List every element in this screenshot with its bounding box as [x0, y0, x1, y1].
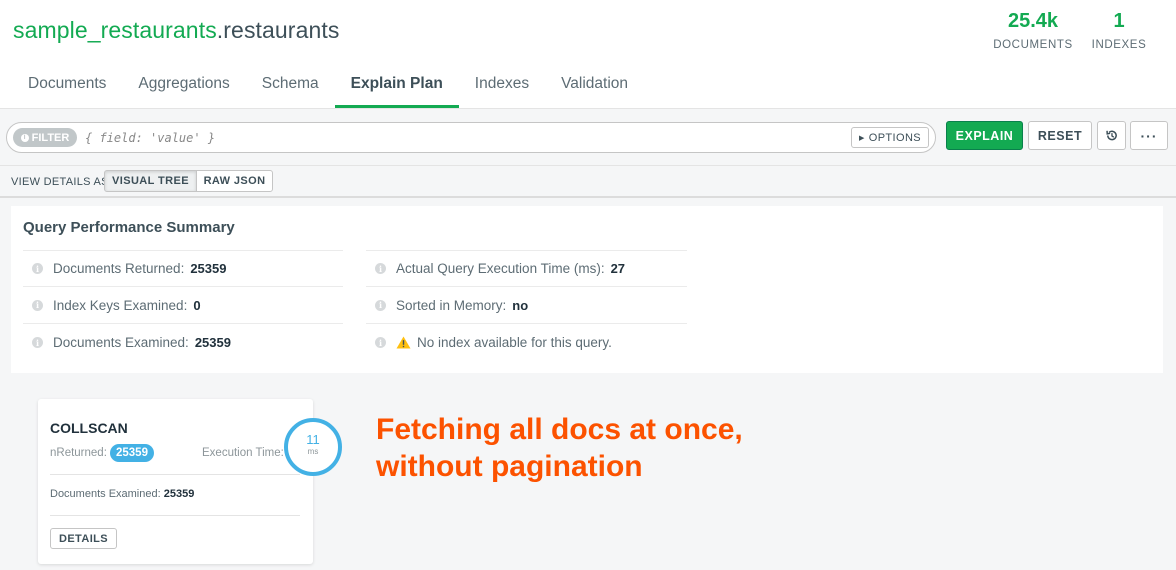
documents-examined: Documents Examined: 25359	[50, 488, 194, 500]
view-details-row: VIEW DETAILS AS VISUAL TREE RAW JSON	[0, 166, 1176, 198]
info-icon[interactable]: i	[32, 299, 43, 311]
view-details-label: VIEW DETAILS AS	[11, 176, 109, 188]
info-icon[interactable]: i	[375, 299, 386, 311]
execution-time-clock: 11 ms	[284, 418, 342, 476]
info-icon: i	[20, 133, 29, 142]
documents-count: 25.4k	[1007, 10, 1059, 32]
summary-row-documents-examined: i Documents Examined: 25359	[23, 324, 343, 361]
summary-row-index-keys-examined: i Index Keys Examined: 0	[23, 287, 343, 324]
indexes-stat: 1 INDEXES	[1090, 9, 1148, 51]
more-options-button[interactable]: ···	[1130, 121, 1168, 150]
history-button[interactable]	[1097, 121, 1126, 150]
tab-explain-plan[interactable]: Explain Plan	[334, 62, 459, 108]
divider	[50, 515, 300, 516]
summary-label: Documents Examined:	[53, 335, 189, 350]
info-icon[interactable]: i	[375, 337, 386, 348]
tab-schema[interactable]: Schema	[246, 62, 335, 108]
warning-text: No index available for this query.	[417, 335, 612, 350]
caret-right-icon: ▶	[858, 134, 865, 142]
options-label: OPTIONS	[868, 131, 922, 144]
summary-value: 25359	[194, 335, 231, 350]
summary-label: Index Keys Examined:	[53, 297, 188, 313]
database-name[interactable]: sample_restaurants	[13, 17, 217, 43]
summary-value: 25359	[190, 261, 227, 276]
warning-icon	[396, 336, 411, 349]
collscan-stage-card: COLLSCAN nReturned: 25359 Execution Time…	[38, 399, 342, 564]
visual-tree-button[interactable]: VISUAL TREE	[104, 170, 197, 192]
summary-label: Actual Query Execution Time (ms):	[396, 261, 605, 276]
documents-stat: 25.4k DOCUMENTS	[990, 9, 1076, 51]
indexes-count: 1	[1113, 10, 1125, 32]
options-button[interactable]: ▶ OPTIONS	[851, 127, 929, 148]
nreturned-badge: 25359	[110, 444, 154, 462]
collection-title: sample_restaurants.restaurants	[13, 17, 339, 44]
reset-button[interactable]: RESET	[1028, 121, 1092, 150]
query-performance-summary: Query Performance Summary i Documents Re…	[11, 206, 1163, 373]
collection-tabs: Documents Aggregations Schema Explain Pl…	[12, 62, 644, 108]
tab-validation[interactable]: Validation	[545, 62, 644, 108]
raw-json-button[interactable]: RAW JSON	[196, 170, 273, 192]
divider	[50, 474, 300, 475]
execution-time-label: Execution Time:	[202, 447, 284, 459]
details-button[interactable]: DETAILS	[50, 528, 117, 549]
summary-value: 27	[610, 261, 626, 276]
indexes-label: INDEXES	[1091, 39, 1147, 51]
execution-time-value: 11	[306, 432, 320, 447]
summary-value: no	[512, 297, 529, 313]
tab-indexes[interactable]: Indexes	[459, 62, 545, 108]
tab-documents[interactable]: Documents	[12, 62, 122, 108]
summary-label: Sorted in Memory:	[396, 297, 507, 313]
info-icon[interactable]: i	[375, 263, 386, 274]
history-icon	[1106, 130, 1117, 141]
nreturned-label: nReturned:	[50, 447, 107, 459]
stage-name: COLLSCAN	[50, 420, 128, 436]
annotation-text: Fetching all docs at once, without pagin…	[376, 413, 743, 483]
tab-aggregations[interactable]: Aggregations	[122, 62, 245, 108]
summary-row-no-index-warning: i No index available for this query.	[366, 324, 687, 361]
summary-row-execution-time: i Actual Query Execution Time (ms): 27	[366, 250, 687, 287]
summary-value: 0	[193, 297, 201, 313]
documents-examined-value: 25359	[163, 488, 195, 500]
info-icon[interactable]: i	[32, 337, 43, 348]
filter-label: FILTER	[31, 131, 70, 144]
summary-title: Query Performance Summary	[23, 219, 235, 236]
execution-time-unit: ms	[307, 447, 319, 456]
filter-pill: i FILTER	[13, 128, 77, 147]
summary-row-documents-returned: i Documents Returned: 25359	[23, 250, 343, 287]
query-toolbar: i FILTER ▶ OPTIONS EXPLAIN RESET ···	[0, 108, 1176, 166]
collection-header: sample_restaurants.restaurants 25.4k DOC…	[0, 0, 1176, 108]
filter-bar: i FILTER ▶ OPTIONS	[6, 122, 936, 153]
filter-input[interactable]	[85, 128, 845, 147]
info-icon[interactable]: i	[32, 263, 43, 274]
explain-button[interactable]: EXPLAIN	[946, 121, 1023, 150]
summary-label: Documents Returned:	[53, 261, 185, 276]
collection-name: .restaurants	[216, 17, 340, 43]
documents-label: DOCUMENTS	[993, 39, 1073, 51]
summary-row-sorted-in-memory: i Sorted in Memory: no	[366, 287, 687, 324]
documents-examined-label: Documents Examined:	[50, 488, 161, 500]
